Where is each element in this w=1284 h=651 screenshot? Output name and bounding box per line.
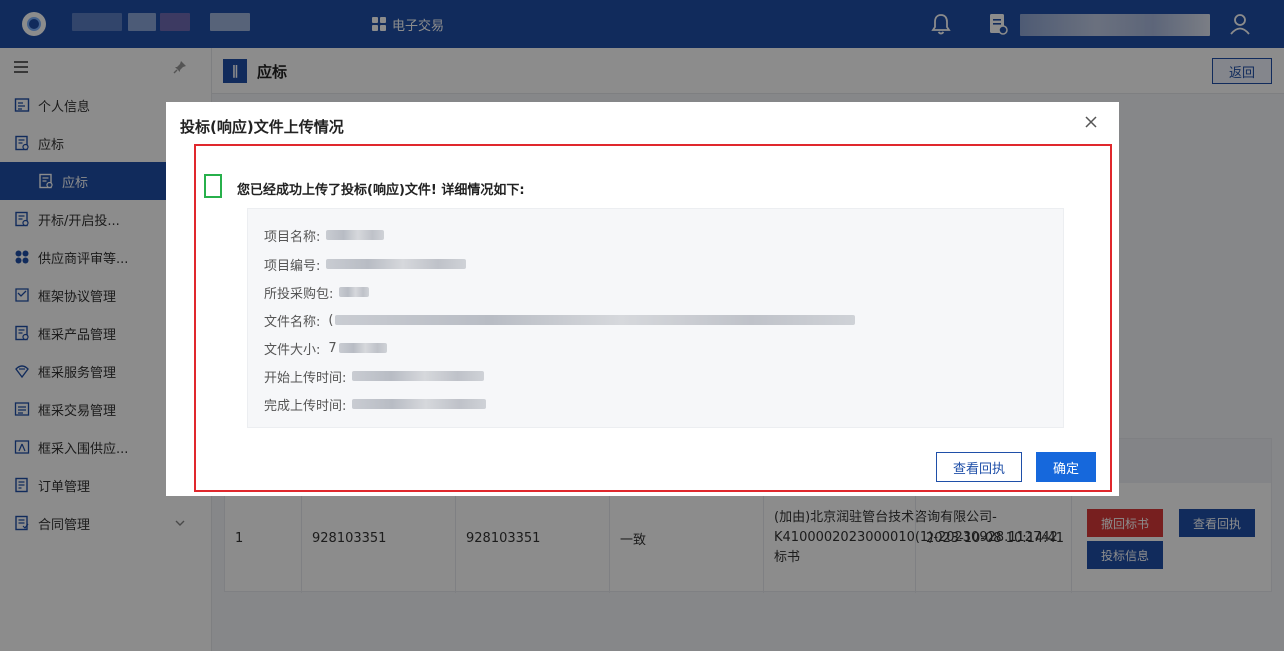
- detail-row-project-code: 项目编号:: [264, 254, 467, 274]
- success-message: 您已经成功上传了投标(响应)文件! 详细情况如下:: [237, 183, 525, 198]
- detail-row-start-time: 开始上传时间:: [264, 366, 485, 386]
- detail-row-file-name: 文件名称: (: [264, 310, 856, 330]
- view-receipt-button[interactable]: 查看回执: [936, 452, 1022, 482]
- detail-value: [346, 399, 487, 409]
- detail-value: [320, 230, 385, 240]
- detail-label: 文件名称:: [264, 314, 321, 330]
- upload-details: 项目名称: 项目编号: 所投采购包: 文件名称: ( 文件大小: 7 开始上传时…: [247, 208, 1064, 428]
- detail-label: 项目编号:: [264, 258, 321, 274]
- dialog-title: 投标(响应)文件上传情况: [180, 118, 344, 136]
- detail-row-package: 所投采购包:: [264, 282, 370, 302]
- detail-value: (: [320, 313, 856, 328]
- close-icon[interactable]: [1083, 114, 1099, 130]
- detail-label: 完成上传时间:: [264, 398, 347, 414]
- confirm-button[interactable]: 确定: [1036, 452, 1096, 482]
- detail-value: 7: [320, 341, 387, 356]
- success-status-icon: [204, 174, 222, 198]
- detail-row-file-size: 文件大小: 7: [264, 338, 387, 358]
- detail-label: 开始上传时间:: [264, 370, 347, 386]
- detail-label: 项目名称:: [264, 229, 321, 245]
- detail-label: 所投采购包:: [264, 286, 334, 302]
- detail-row-project-name: 项目名称:: [264, 225, 385, 245]
- detail-label: 文件大小:: [264, 342, 321, 358]
- detail-value: [333, 287, 370, 297]
- detail-value: [320, 259, 467, 269]
- detail-row-end-time: 完成上传时间:: [264, 394, 487, 414]
- upload-result-dialog: 投标(响应)文件上传情况 您已经成功上传了投标(响应)文件! 详细情况如下: 项…: [166, 102, 1119, 496]
- detail-value: [346, 371, 485, 381]
